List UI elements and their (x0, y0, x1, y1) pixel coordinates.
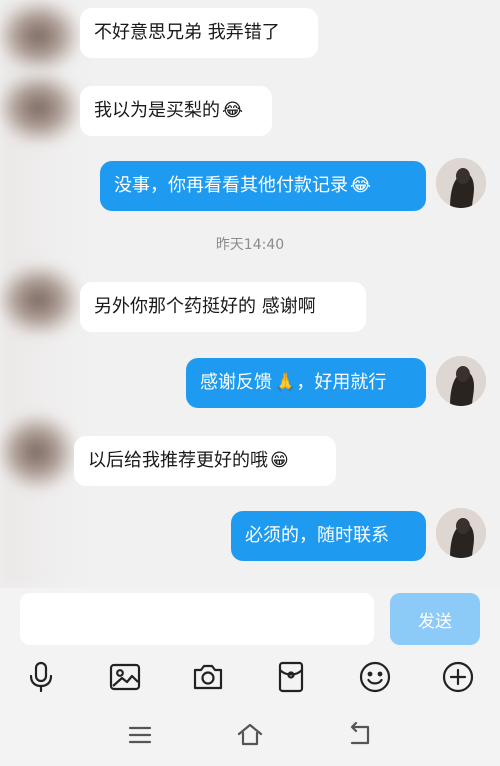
message-bubble-incoming[interactable]: 另外你那个药挺好的 感谢啊 (80, 282, 366, 332)
back-icon[interactable] (346, 722, 374, 748)
message-bubble-outgoing[interactable]: 感谢反馈 🙏，好用就行 (186, 358, 426, 408)
microphone-icon[interactable] (24, 660, 58, 694)
message-text-suffix: ，好用就行 (296, 372, 387, 393)
my-avatar[interactable] (436, 508, 486, 558)
send-button[interactable]: 发送 (390, 593, 480, 645)
plus-icon[interactable] (441, 660, 475, 694)
smiley-icon[interactable] (358, 660, 392, 694)
message-bubble-incoming[interactable]: 以后给我推荐更好的哦 😁 (74, 436, 336, 486)
message-timestamp: 昨天14:40 (215, 237, 285, 253)
contact-avatar[interactable] (0, 72, 80, 144)
message-text: 感谢反馈 (200, 372, 272, 393)
home-icon[interactable] (236, 722, 264, 748)
praying-hands-emoji: 🙏 (274, 372, 297, 393)
message-bubble-outgoing[interactable]: 必须的，随时联系 (231, 511, 426, 561)
contact-avatar[interactable] (0, 414, 76, 490)
laughing-tears-emoji: 😂 (350, 175, 372, 196)
my-avatar[interactable] (436, 356, 486, 406)
message-text: 另外你那个药挺好的 感谢啊 (94, 296, 316, 317)
contact-avatar[interactable] (0, 0, 80, 72)
camera-icon[interactable] (191, 660, 225, 694)
message-input-bar: 发送 (0, 588, 500, 650)
chat-area[interactable]: 不好意思兄弟 我弄错了 我以为是买梨的 😂 没事，你再看看其他付款记录 😂 昨天14… (0, 0, 500, 588)
message-bubble-incoming[interactable]: 我以为是买梨的 😂 (80, 86, 272, 136)
message-text: 我以为是买梨的 (94, 100, 220, 121)
grinning-emoji: 😁 (270, 450, 289, 471)
message-text: 必须的，随时联系 (245, 525, 389, 546)
red-packet-icon[interactable] (274, 660, 308, 694)
menu-icon[interactable] (126, 722, 154, 748)
my-avatar[interactable] (436, 158, 486, 208)
input-toolbar (0, 650, 500, 702)
message-text: 不好意思兄弟 我弄错了 (94, 22, 280, 43)
message-bubble-incoming[interactable]: 不好意思兄弟 我弄错了 (80, 8, 318, 58)
message-input[interactable] (20, 593, 374, 645)
image-icon[interactable] (108, 660, 142, 694)
message-bubble-outgoing[interactable]: 没事，你再看看其他付款记录 😂 (100, 161, 426, 211)
contact-avatar[interactable] (0, 264, 80, 336)
message-text: 没事，你再看看其他付款记录 (114, 175, 348, 196)
message-text: 以后给我推荐更好的哦 (88, 450, 268, 471)
laughing-tears-emoji: 😂 (222, 100, 244, 121)
system-nav-bar (0, 702, 500, 766)
